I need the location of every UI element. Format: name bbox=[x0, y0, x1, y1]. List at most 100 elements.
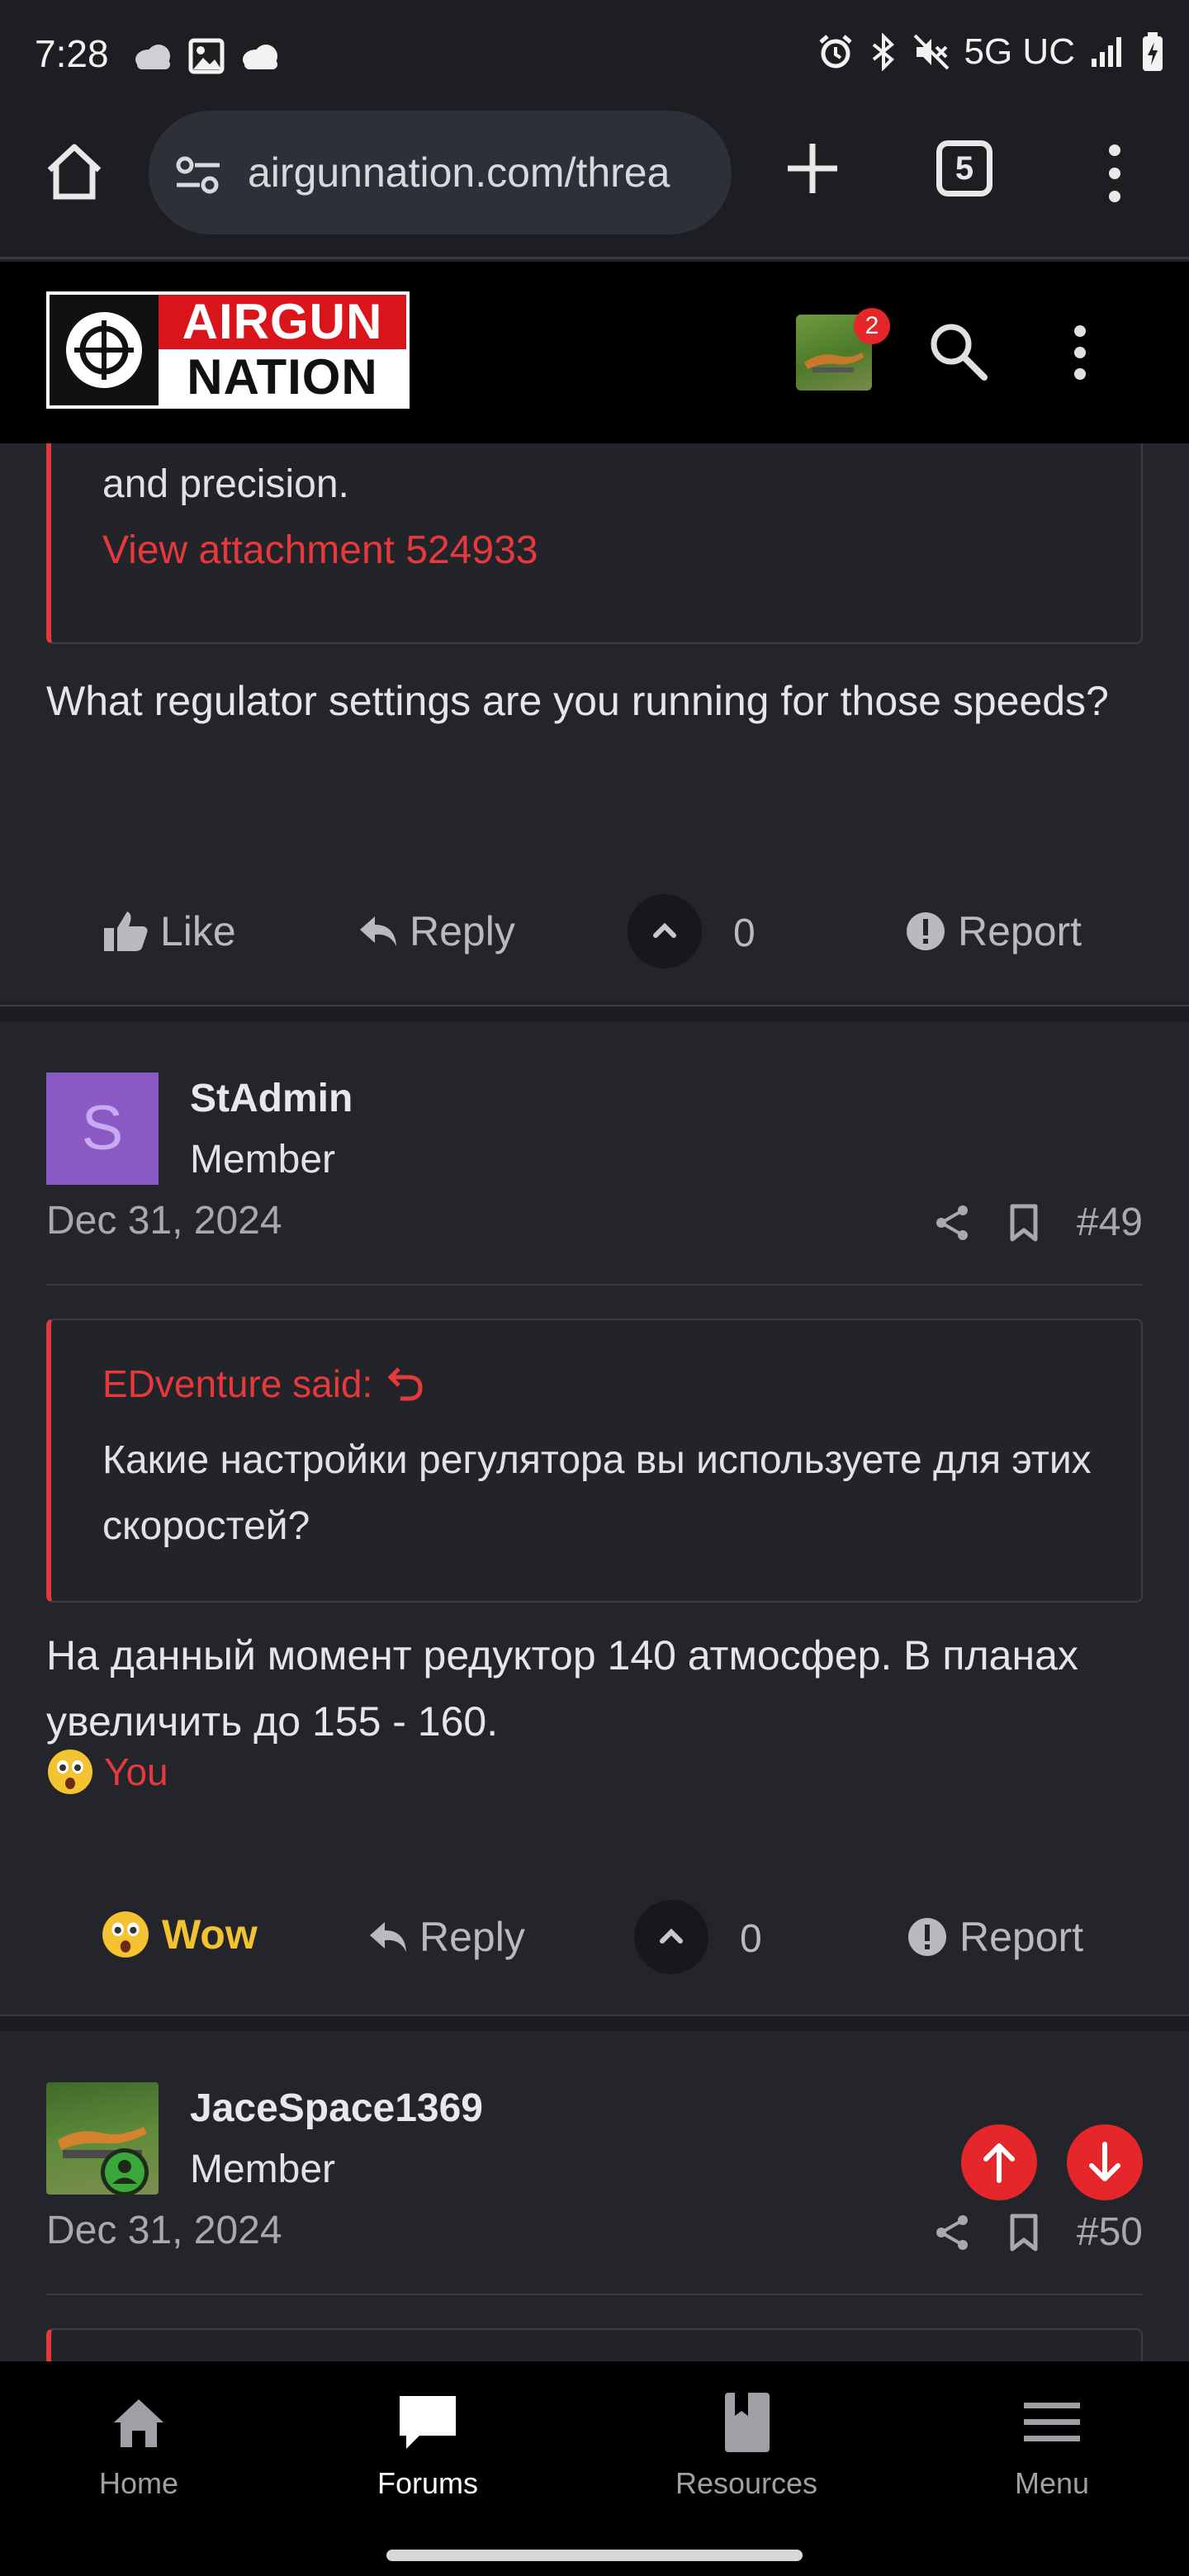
share-icon[interactable] bbox=[933, 1204, 971, 1242]
wow-emoji-icon bbox=[48, 1750, 92, 1794]
battery-icon bbox=[1143, 32, 1163, 71]
post-separator bbox=[0, 1005, 1189, 1021]
gesture-bar[interactable] bbox=[386, 2550, 803, 2561]
quote-text: Какие настройки регулятора вы использует… bbox=[102, 1438, 1092, 1548]
bookmark-icon[interactable] bbox=[1007, 1204, 1040, 1242]
nav-label: Resources bbox=[675, 2466, 818, 2500]
cloud-icon bbox=[135, 45, 170, 69]
author-name[interactable]: JaceSpace1369 bbox=[190, 2086, 483, 2131]
report-button[interactable]: Report bbox=[905, 907, 1082, 955]
scroll-up-button[interactable] bbox=[961, 2124, 1037, 2200]
scroll-down-button[interactable] bbox=[1067, 2124, 1143, 2200]
post-49: S StAdmin Member Dec 31, 2024 #49 EDvent… bbox=[0, 1021, 1189, 2015]
post-separator bbox=[0, 2015, 1189, 2031]
network-label: 5G UC bbox=[964, 31, 1075, 72]
status-bar: 7:28 5G UC bbox=[0, 0, 1189, 107]
nav-home[interactable]: Home bbox=[31, 2389, 246, 2501]
logo-text-nation: NATION bbox=[159, 349, 406, 405]
like-label: Like bbox=[160, 908, 236, 954]
signal-icon bbox=[1092, 37, 1121, 67]
thread-content: and precision. View attachment 524933 Wh… bbox=[0, 443, 1189, 2361]
bookmark-icon[interactable] bbox=[1007, 2214, 1040, 2252]
post-actions: Wow Reply 0 Report bbox=[0, 1888, 1189, 1987]
divider bbox=[46, 1284, 1143, 1286]
wow-reaction-button[interactable]: Wow bbox=[101, 1910, 258, 1959]
report-button[interactable]: Report bbox=[907, 1913, 1083, 1961]
avatar[interactable]: S bbox=[46, 1073, 159, 1185]
author-name[interactable]: StAdmin bbox=[190, 1076, 353, 1121]
reaction-user: You bbox=[104, 1750, 168, 1793]
thumbs-up-icon bbox=[104, 912, 148, 951]
nav-label: Home bbox=[98, 2466, 179, 2500]
new-tab-icon[interactable] bbox=[781, 137, 844, 200]
home-icon bbox=[114, 2399, 163, 2447]
mute-icon bbox=[913, 34, 949, 70]
nav-label: Forums bbox=[377, 2466, 478, 2500]
tab-switcher-button[interactable]: 5 bbox=[936, 140, 992, 197]
quote-header[interactable]: EDventure said: bbox=[102, 1361, 424, 1406]
post-actions: Like Reply 0 Report bbox=[0, 883, 1189, 982]
reactions-summary[interactable]: You bbox=[46, 1748, 168, 1796]
address-bar[interactable]: airgunnation.com/threa bbox=[149, 111, 732, 234]
reply-label: Reply bbox=[419, 1914, 525, 1960]
post-body: What regulator settings are you running … bbox=[46, 678, 1109, 724]
share-icon[interactable] bbox=[933, 2214, 971, 2252]
arrow-up-icon bbox=[983, 2143, 1015, 2183]
image-icon bbox=[188, 38, 225, 74]
go-to-quote-icon bbox=[387, 1367, 423, 1401]
site-header: AIRGUN NATION 2 bbox=[0, 262, 1189, 443]
arrow-down-icon bbox=[1089, 2142, 1120, 2181]
logo-text-airgun: AIRGUN bbox=[159, 295, 406, 349]
nav-resources[interactable]: Resources bbox=[639, 2389, 854, 2501]
notification-badge: 2 bbox=[854, 308, 890, 344]
vote-count: 0 bbox=[733, 912, 756, 955]
chevron-up-icon bbox=[653, 922, 676, 938]
chevron-up-icon bbox=[660, 1928, 683, 1944]
quote-block bbox=[46, 2328, 1143, 2361]
post-date[interactable]: Dec 31, 2024 bbox=[46, 2208, 282, 2253]
reply-button[interactable]: Reply bbox=[368, 1913, 525, 1961]
alert-icon bbox=[907, 912, 945, 950]
cloud-icon bbox=[243, 45, 277, 69]
author-role: Member bbox=[190, 1138, 336, 1181]
browser-menu-icon[interactable] bbox=[1098, 140, 1131, 206]
quote-block: and precision. View attachment 524933 bbox=[46, 443, 1143, 644]
post-number[interactable]: #49 bbox=[1077, 1200, 1143, 1245]
reply-label: Reply bbox=[410, 908, 515, 954]
divider bbox=[46, 2294, 1143, 2295]
bluetooth-icon bbox=[872, 33, 894, 71]
status-time: 7:28 bbox=[35, 32, 109, 75]
nav-forums[interactable]: Forums bbox=[320, 2389, 535, 2501]
vote-count: 0 bbox=[740, 1917, 762, 1961]
crosshair-icon bbox=[50, 295, 159, 405]
upvote-button[interactable] bbox=[628, 894, 702, 968]
like-button[interactable]: Like bbox=[102, 907, 236, 955]
nav-menu[interactable]: Menu bbox=[945, 2389, 1159, 2501]
reply-button[interactable]: Reply bbox=[358, 907, 515, 955]
reply-icon bbox=[370, 1922, 406, 1952]
author-role: Member bbox=[190, 2147, 336, 2191]
upvote-button[interactable] bbox=[634, 1900, 708, 1974]
search-icon[interactable] bbox=[926, 320, 989, 382]
report-label: Report bbox=[959, 1914, 1084, 1960]
post-number[interactable]: #50 bbox=[1077, 2209, 1143, 2255]
post-date[interactable]: Dec 31, 2024 bbox=[46, 1198, 282, 1243]
nav-label: Menu bbox=[1014, 2466, 1090, 2500]
quote-author: EDventure said: bbox=[102, 1362, 373, 1405]
report-label: Report bbox=[958, 908, 1082, 954]
browser-toolbar: airgunnation.com/threa 5 bbox=[0, 107, 1189, 259]
attachment-link[interactable]: View attachment 524933 bbox=[102, 528, 538, 573]
bottom-navigation: Home Forums Resources Menu bbox=[0, 2361, 1189, 2576]
home-icon[interactable] bbox=[43, 140, 106, 203]
more-icon[interactable] bbox=[1070, 321, 1090, 384]
url-text: airgunnation.com/threa bbox=[248, 149, 670, 196]
chat-bubble-icon bbox=[400, 2396, 456, 2449]
online-status-icon bbox=[101, 2148, 149, 2196]
wow-label: Wow bbox=[162, 1911, 258, 1958]
site-logo[interactable]: AIRGUN NATION bbox=[46, 291, 410, 409]
quote-text: and precision. bbox=[102, 462, 349, 506]
book-icon bbox=[725, 2393, 770, 2452]
wow-emoji-icon bbox=[102, 1911, 149, 1958]
post-48: and precision. View attachment 524933 Wh… bbox=[0, 443, 1189, 1001]
site-settings-icon[interactable] bbox=[173, 150, 223, 200]
